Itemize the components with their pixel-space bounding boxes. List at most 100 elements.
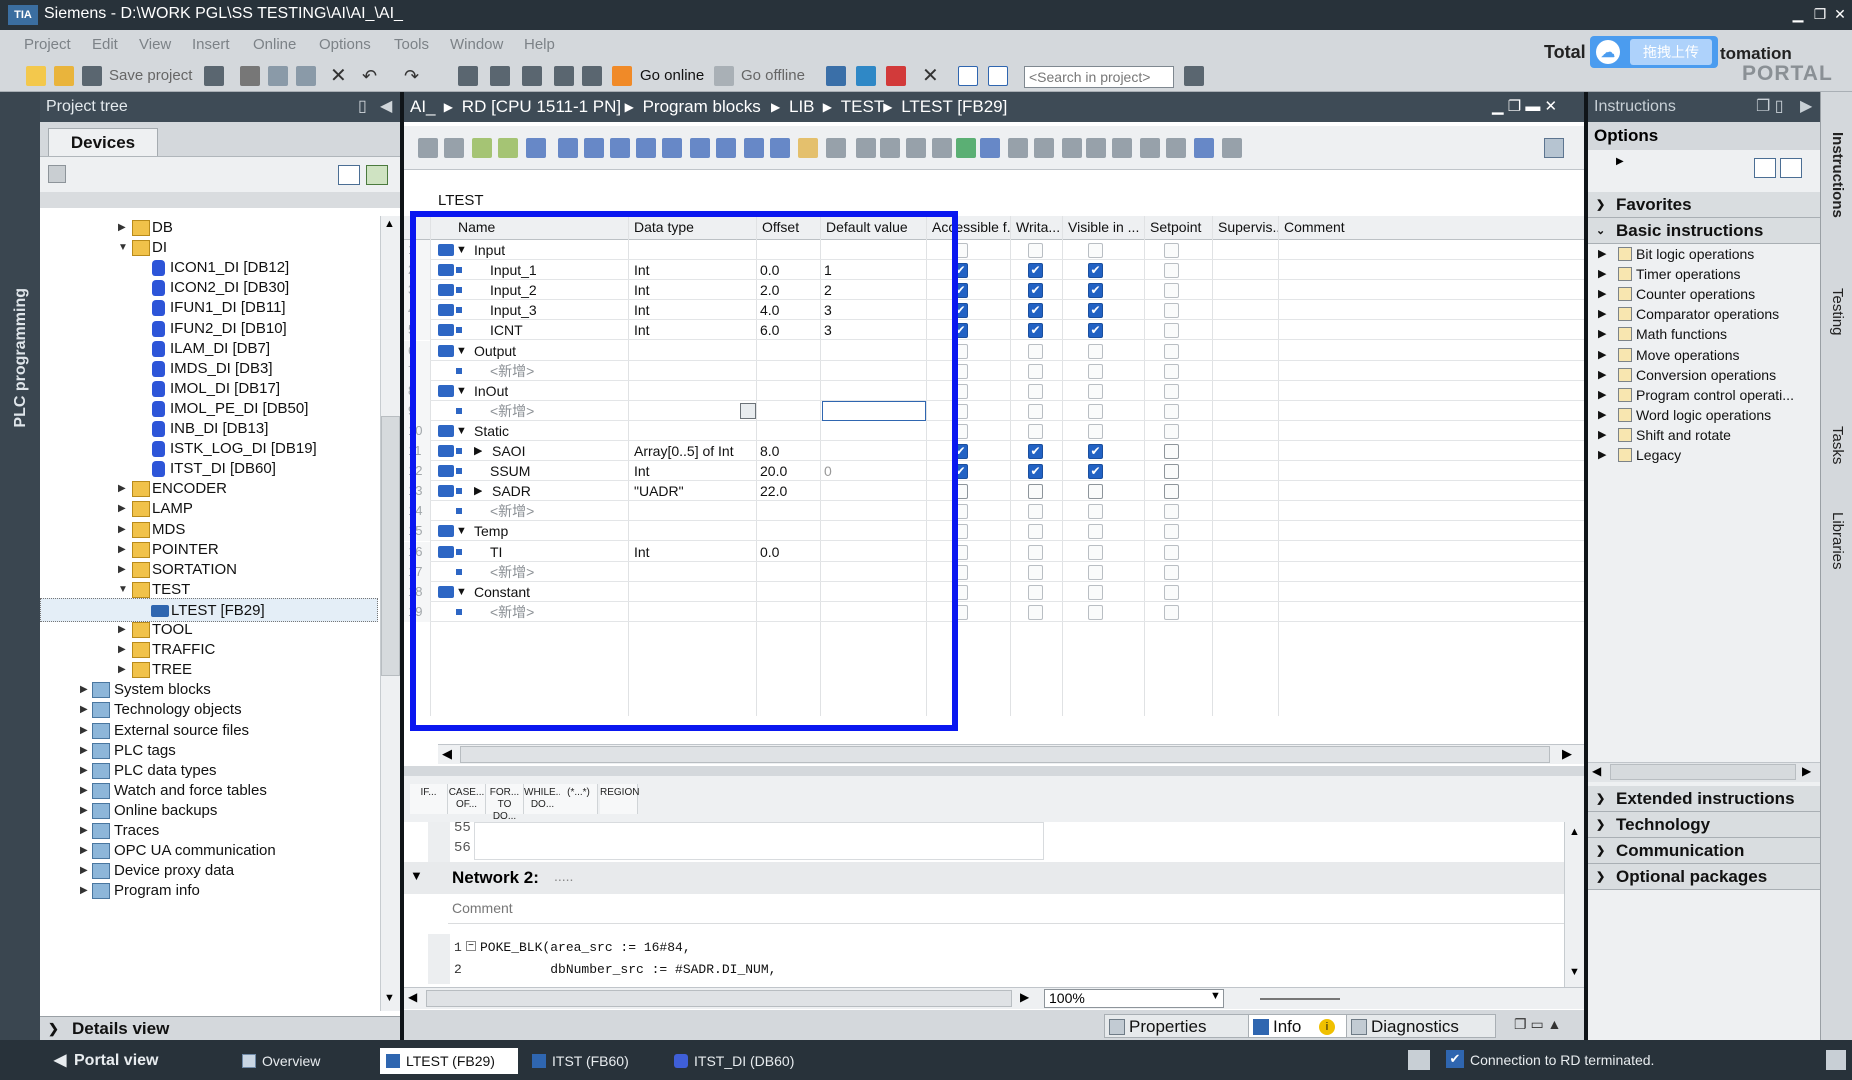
data-type[interactable]	[634, 421, 754, 441]
stop-cpu-icon[interactable]	[886, 66, 906, 86]
highlight-icon[interactable]	[798, 138, 818, 158]
collapse-panel-icon[interactable]: ◀	[380, 92, 392, 122]
compare-icon[interactable]	[932, 138, 952, 158]
simulation-icon[interactable]	[554, 66, 574, 86]
category-expand-icon[interactable]: ▶	[1598, 405, 1606, 425]
category-expand-icon[interactable]: ▶	[1598, 304, 1606, 324]
insert-row-icon[interactable]	[418, 138, 438, 158]
breadcrumb-item[interactable]: Program blocks	[643, 92, 761, 122]
writable-checkbox[interactable]	[1028, 363, 1043, 379]
close-button[interactable]: ✕	[1830, 4, 1850, 24]
collapse-all-icon[interactable]	[498, 138, 518, 158]
tree-expand-icon[interactable]: ▶	[80, 725, 90, 737]
monitor-icon[interactable]	[880, 138, 900, 158]
task-ltest[interactable]: LTEST (FB29)	[380, 1048, 518, 1074]
instruction-category[interactable]: ▶ Move operations	[1588, 345, 1820, 365]
accessible-checkbox[interactable]	[953, 243, 968, 258]
tree-item[interactable]: ▶ Program info	[40, 879, 378, 903]
scroll-up-icon[interactable]: ▲	[384, 218, 395, 230]
taskbar-end-icon[interactable]	[1826, 1050, 1846, 1070]
interface-row[interactable]: 12 SSUM Int 20.0 0 ✔ ✔ ✔	[404, 461, 1584, 482]
instruction-category[interactable]: ▶ Word logic operations	[1588, 405, 1820, 425]
variable-name[interactable]: <新增>	[490, 602, 534, 622]
accessible-checkbox[interactable]	[953, 584, 968, 600]
accessible-checkbox[interactable]: ✔	[953, 263, 968, 279]
menu-help[interactable]: Help	[524, 36, 555, 53]
column-header[interactable]: Data type	[632, 216, 756, 240]
scroll-down-icon[interactable]: ▼	[384, 992, 395, 1004]
new-project-icon[interactable]	[26, 66, 46, 86]
data-type[interactable]	[634, 401, 754, 421]
diagnostics-tab[interactable]: Diagnostics	[1346, 1014, 1496, 1038]
menu-online[interactable]: Online	[253, 36, 296, 53]
code-line-text[interactable]: POKE_BLK(area_src := 16#84,	[480, 940, 691, 955]
visible-checkbox[interactable]	[1088, 403, 1103, 419]
view-mode-2-icon[interactable]	[1780, 158, 1802, 178]
struct-expand-icon[interactable]: ▶	[474, 481, 482, 501]
accessible-checkbox[interactable]	[953, 564, 968, 580]
bookmark-clear-icon[interactable]	[1140, 138, 1160, 158]
tag-icon[interactable]	[956, 138, 976, 158]
setpoint-checkbox[interactable]	[1164, 584, 1179, 600]
setpoint-checkbox[interactable]	[1164, 564, 1179, 580]
tree-expand-icon[interactable]: ▶	[80, 765, 90, 777]
format-icon[interactable]	[558, 138, 578, 158]
visible-checkbox[interactable]: ✔	[1088, 283, 1103, 299]
bookmark-prev-icon[interactable]	[1086, 138, 1106, 158]
data-type[interactable]: Array[0..5] of Int	[634, 441, 754, 461]
technology-section[interactable]: ❯ Technology	[1588, 812, 1820, 838]
instr-scroll-thumb[interactable]	[1610, 764, 1796, 780]
breadcrumb-item[interactable]: LTEST [FB29]	[901, 92, 1007, 122]
accessible-checkbox[interactable]	[953, 524, 968, 540]
portal-view-button[interactable]: ◀ Portal view	[48, 1048, 158, 1074]
instruction-category[interactable]: ▶ Counter operations	[1588, 284, 1820, 304]
setpoint-checkbox[interactable]	[1164, 263, 1179, 279]
category-expand-icon[interactable]: ▶	[1598, 425, 1606, 445]
interface-row[interactable]: 7 <新增>	[404, 360, 1584, 381]
scroll-right-icon[interactable]: ▶	[1562, 746, 1572, 762]
section-collapse-icon[interactable]: ▼	[456, 521, 467, 541]
setpoint-checkbox[interactable]	[1164, 604, 1179, 620]
accessible-checkbox[interactable]	[953, 403, 968, 419]
column-header[interactable]: Visible in ...	[1066, 216, 1144, 240]
breadcrumb-item[interactable]: TEST	[841, 92, 884, 122]
tree-scroll-thumb[interactable]	[381, 416, 400, 676]
cut-icon[interactable]	[240, 66, 260, 86]
comment-icon[interactable]	[636, 138, 656, 158]
goto-icon[interactable]	[826, 138, 846, 158]
category-expand-icon[interactable]: ▶	[1598, 264, 1606, 284]
interface-row[interactable]: 11 ▶ SAOI Array[0..5] of Int 8.0 ✔ ✔ ✔	[404, 441, 1584, 461]
tree-expand-icon[interactable]: ▶	[118, 222, 128, 234]
setpoint-checkbox[interactable]	[1164, 363, 1179, 379]
details-view-bar[interactable]: ❯ Details view	[40, 1016, 400, 1040]
writable-checkbox[interactable]	[1028, 484, 1043, 500]
restore-button[interactable]: ❐	[1810, 4, 1830, 24]
category-expand-icon[interactable]: ▶	[1598, 324, 1606, 344]
strip-tasks-tab[interactable]: Tasks	[1829, 426, 1846, 464]
tree-expand-icon[interactable]: ▶	[118, 624, 128, 636]
expand-all-icon[interactable]	[472, 138, 492, 158]
writable-checkbox[interactable]: ✔	[1028, 323, 1043, 339]
drag-upload-label[interactable]: 拖拽上传	[1630, 39, 1712, 65]
writable-checkbox[interactable]	[1028, 504, 1043, 520]
interface-row[interactable]: 18 ▼ Constant	[404, 581, 1584, 602]
zoom-dropdown-icon[interactable]: ▼	[1210, 990, 1221, 1002]
scl-scroll-down-icon[interactable]: ▼	[1569, 966, 1580, 978]
communication-section[interactable]: ❯ Communication	[1588, 838, 1820, 864]
interface-row[interactable]: 8 ▼ InOut	[404, 380, 1584, 401]
devices-tab[interactable]: Devices	[48, 128, 158, 156]
visible-checkbox[interactable]	[1088, 243, 1103, 258]
category-expand-icon[interactable]: ▶	[1598, 284, 1606, 304]
interface-row[interactable]: 1 ▼ Input	[404, 240, 1584, 260]
editor-splitter[interactable]	[404, 766, 1584, 776]
variable-name[interactable]: SSUM	[490, 461, 530, 481]
format3-icon[interactable]	[610, 138, 630, 158]
default-value[interactable]: 3	[824, 300, 832, 320]
menu-tools[interactable]: Tools	[394, 36, 429, 53]
delete-network-icon[interactable]	[744, 138, 764, 158]
section-collapse-icon[interactable]: ▼	[456, 582, 467, 602]
download-icon[interactable]	[490, 66, 510, 86]
column-header[interactable]: Supervis...	[1216, 216, 1278, 240]
glasses-icon[interactable]	[1194, 138, 1214, 158]
move-up-icon[interactable]	[662, 138, 682, 158]
